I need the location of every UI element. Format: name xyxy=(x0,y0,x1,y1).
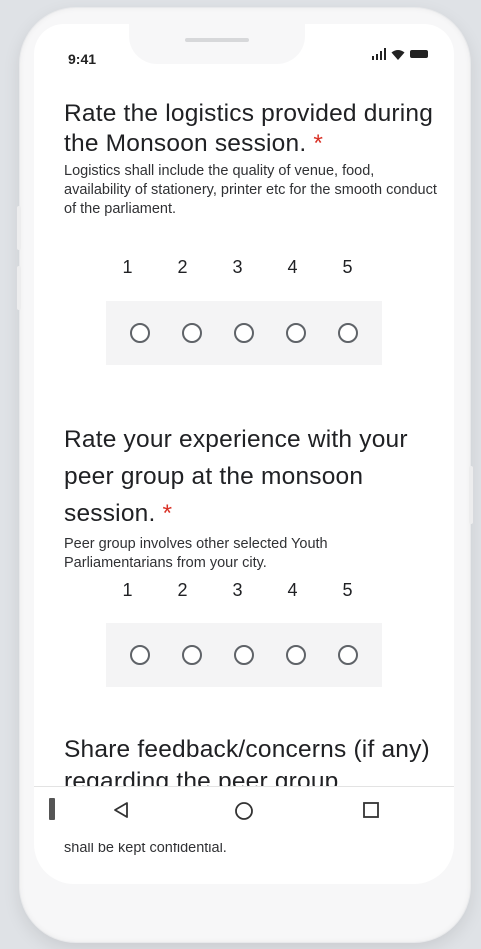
status-time: 9:41 xyxy=(68,51,97,67)
phone-frame: 9:41 Rate the logistics provided during … xyxy=(17,8,473,942)
phone-screen: 9:41 Rate the logistics provided during … xyxy=(34,24,454,884)
radio-option-4[interactable] xyxy=(286,645,306,665)
rating-scale-peer-group xyxy=(106,623,382,687)
scale-labels-logistics: 1 2 3 4 5 xyxy=(100,257,375,278)
scale-label-1: 1 xyxy=(122,580,133,600)
scale-label-5: 5 xyxy=(342,257,353,277)
question-description: Logistics shall include the quality of v… xyxy=(64,163,437,217)
scroll-indicator xyxy=(49,798,55,820)
scale-label-2: 2 xyxy=(177,580,188,600)
question-logistics: Rate the logistics provided during the M… xyxy=(64,99,444,219)
scale-label-3: 3 xyxy=(232,580,243,600)
radio-option-1[interactable] xyxy=(130,645,150,665)
phone-notch xyxy=(129,24,305,64)
rating-scale-logistics xyxy=(106,301,382,365)
home-circle-icon[interactable] xyxy=(234,801,254,821)
question-title: Rate your experience with your peer grou… xyxy=(64,426,408,527)
status-icons xyxy=(371,48,428,60)
radio-option-5[interactable] xyxy=(338,645,358,665)
phone-side-button-left-1 xyxy=(17,206,21,250)
question-title: Rate the logistics provided during the M… xyxy=(64,100,434,157)
radio-option-2[interactable] xyxy=(182,323,202,343)
speaker-grille xyxy=(185,38,249,42)
wifi-icon xyxy=(391,50,405,60)
scale-label-2: 2 xyxy=(177,257,188,277)
question-peer-group: Rate your experience with your peer grou… xyxy=(64,421,424,573)
required-asterisk: * xyxy=(162,500,173,527)
scale-labels-peer-group: 1 2 3 4 5 xyxy=(100,580,375,601)
battery-icon xyxy=(410,50,428,58)
scale-label-5: 5 xyxy=(342,580,353,600)
required-asterisk: * xyxy=(313,130,324,157)
radio-option-3[interactable] xyxy=(234,645,254,665)
question-description: Peer group involves other selected Youth… xyxy=(64,536,328,571)
radio-option-3[interactable] xyxy=(234,323,254,343)
radio-option-2[interactable] xyxy=(182,645,202,665)
phone-side-button-right xyxy=(469,466,473,524)
radio-option-5[interactable] xyxy=(338,323,358,343)
signal-icon xyxy=(371,48,386,60)
radio-option-4[interactable] xyxy=(286,323,306,343)
scale-label-3: 3 xyxy=(232,257,243,277)
radio-option-1[interactable] xyxy=(130,323,150,343)
scale-label-4: 4 xyxy=(287,580,298,600)
recents-square-icon[interactable] xyxy=(362,801,380,819)
scale-label-1: 1 xyxy=(122,257,133,277)
scale-label-4: 4 xyxy=(287,257,298,277)
android-nav-bar xyxy=(34,786,454,843)
phone-side-button-left-2 xyxy=(17,266,21,310)
back-triangle-icon[interactable] xyxy=(112,801,130,819)
